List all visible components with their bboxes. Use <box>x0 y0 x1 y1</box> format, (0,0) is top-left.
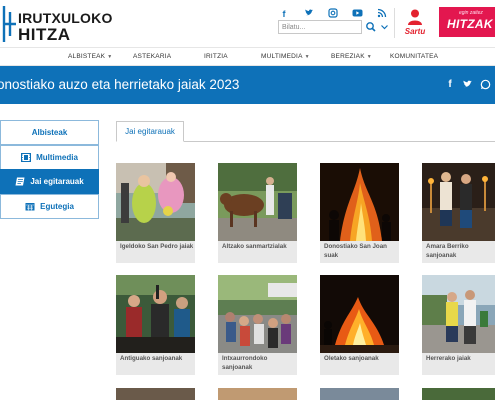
sidebar-item-egutegia[interactable]: Egutegia <box>0 194 99 219</box>
event-caption: Intxaurrondoko sanjoanak <box>222 355 268 371</box>
logo-line2: HITZA <box>18 25 71 44</box>
event-photo <box>320 388 399 400</box>
sidebar-item-label: Egutegia <box>40 202 74 211</box>
nav-item-astekaria[interactable]: ASTEKARIA <box>133 48 171 65</box>
event-card[interactable]: Donostiako San Joan suak <box>320 163 399 263</box>
nav-item-label: IRITZIA <box>204 53 228 60</box>
event-photo <box>320 275 399 353</box>
event-card[interactable]: Igeldoko San Pedro jaiak <box>116 163 195 263</box>
main-nav: ALBISTEAK ▼ ASTEKARIA IRITZIA MULTIMEDIA ▼… <box>0 47 495 66</box>
event-card-partial[interactable] <box>116 388 195 400</box>
event-photo <box>422 275 495 353</box>
login-label: Sartu <box>404 27 426 36</box>
nav-item-label: ALBISTEAK <box>68 53 106 60</box>
tab-label: Jai egitarauak <box>125 127 175 136</box>
event-card-partial[interactable] <box>320 388 399 400</box>
search-placeholder: Bilatu... <box>282 24 306 31</box>
film-icon <box>21 153 32 162</box>
promo-small-text: egin zaitez <box>459 10 483 16</box>
facebook-icon[interactable]: f <box>278 8 290 20</box>
login-button[interactable]: Sartu <box>399 8 431 38</box>
nav-item-iritzia[interactable]: IRITZIA <box>204 48 228 65</box>
logo-cross-icon <box>2 6 16 42</box>
rss-icon[interactable] <box>376 8 388 20</box>
header-divider <box>394 8 395 38</box>
search-options-button[interactable] <box>379 20 389 34</box>
sidebar-item-albisteak[interactable]: Albisteak <box>0 120 99 145</box>
event-caption: Antiguako sanjoanak <box>120 355 183 362</box>
header-social-links: f <box>278 8 388 20</box>
nav-item-label: MULTIMEDIA <box>261 53 303 60</box>
event-photo <box>422 163 495 241</box>
facebook-icon[interactable]: f <box>444 78 456 92</box>
site-logo[interactable]: IRUTXULOKO HITZA <box>0 4 112 44</box>
sidebar-item-label: Multimedia <box>36 153 78 162</box>
search-input[interactable]: Bilatu... <box>278 20 362 34</box>
twitter-icon[interactable] <box>303 8 315 20</box>
caret-down-icon: ▼ <box>107 54 113 60</box>
event-card[interactable]: Intxaurrondoko sanjoanak <box>218 275 297 375</box>
event-photo <box>116 163 195 241</box>
sidebar-item-multimedia[interactable]: Multimedia <box>0 145 99 170</box>
event-caption: Igeldoko San Pedro jaiak <box>120 243 194 250</box>
instagram-icon[interactable] <box>327 8 339 20</box>
tab-jai-egitarauak[interactable]: Jai egitarauak <box>116 121 184 142</box>
nav-item-multimedia[interactable]: MULTIMEDIA ▼ <box>261 48 310 65</box>
document-icon <box>15 177 25 186</box>
sidebar-item-jai-egitarauak[interactable]: Jai egitarauak <box>0 169 99 194</box>
caret-down-icon: ▼ <box>366 54 372 60</box>
nav-item-komunitatea[interactable]: KOMUNITATEA <box>390 48 438 65</box>
nav-item-label: BEREZIAK <box>331 53 365 60</box>
nav-item-albisteak[interactable]: ALBISTEAK ▼ <box>68 48 112 65</box>
twitter-icon[interactable] <box>461 78 473 92</box>
event-caption: Altzako sanmartzialak <box>222 243 287 250</box>
sidebar-item-label: Albisteak <box>31 128 68 137</box>
search-icon <box>366 22 376 32</box>
event-caption: Amara Berriko sanjoanak <box>426 243 469 259</box>
event-caption: Oletako sanjoanak <box>324 355 379 362</box>
promo-big-text: HITZAK <box>447 17 493 31</box>
event-caption: Herrerako jaiak <box>426 355 471 362</box>
event-photo <box>422 388 495 400</box>
event-photo <box>218 388 297 400</box>
event-card[interactable]: Antiguako sanjoanak <box>116 275 195 375</box>
event-photo <box>320 163 399 241</box>
logo-line1: IRUTXULOKO <box>18 10 113 26</box>
whatsapp-icon[interactable] <box>479 78 491 92</box>
section-title-band: onostiako auzo eta herrietako jaiak 2023… <box>0 66 495 104</box>
event-card-partial[interactable] <box>422 388 495 400</box>
nav-item-label: KOMUNITATEA <box>390 53 439 60</box>
nav-item-bereziak[interactable]: BEREZIAK ▼ <box>331 48 372 65</box>
event-card[interactable]: Amara Berriko sanjoanak <box>422 163 495 263</box>
search-button[interactable] <box>365 20 377 34</box>
site-header: IRUTXULOKO HITZA f Bilatu... Sartu egin … <box>0 0 495 46</box>
calendar-icon <box>25 203 35 211</box>
event-card[interactable]: Altzako sanmartzialak <box>218 163 297 263</box>
event-card[interactable]: Oletako sanjoanak <box>320 275 399 375</box>
user-icon <box>408 9 422 25</box>
event-photo <box>116 275 195 353</box>
chevron-down-icon <box>380 25 388 30</box>
youtube-icon[interactable] <box>352 8 364 20</box>
caret-down-icon: ▼ <box>304 54 310 60</box>
sidebar-item-label: Jai egitarauak <box>30 177 84 186</box>
subscribe-banner[interactable]: egin zaitez HITZAK <box>439 7 495 37</box>
event-card[interactable]: Herrerako jaiak <box>422 275 495 375</box>
event-caption: Donostiako San Joan suak <box>324 243 387 259</box>
event-photo <box>116 388 195 400</box>
event-card-partial[interactable] <box>218 388 297 400</box>
event-photo <box>218 163 297 241</box>
page-title: onostiako auzo eta herrietako jaiak 2023 <box>0 77 240 92</box>
nav-item-label: ASTEKARIA <box>133 53 172 60</box>
event-photo <box>218 275 297 353</box>
